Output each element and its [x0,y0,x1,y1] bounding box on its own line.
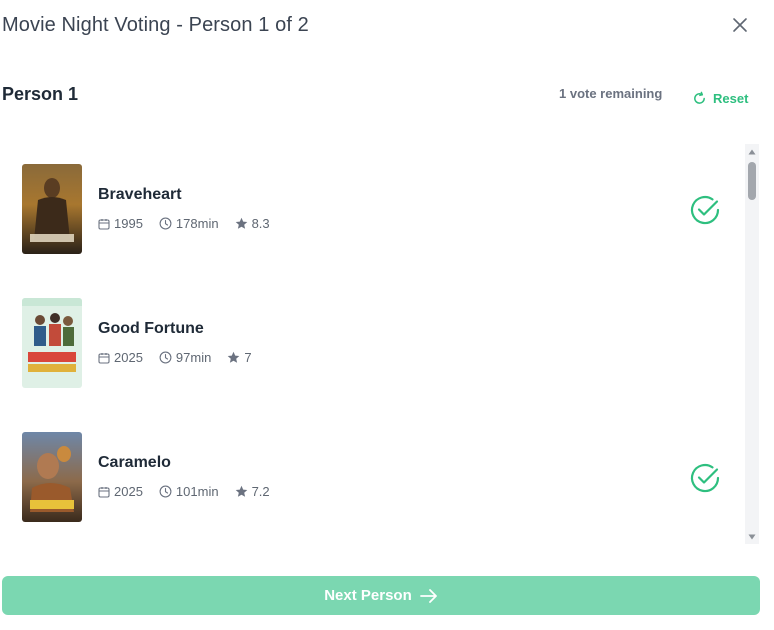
movie-poster [22,432,82,522]
rating-item: 7.2 [235,484,270,499]
reset-button[interactable]: Reset [692,88,748,108]
scrollbar-track[interactable] [745,144,759,544]
next-person-button[interactable]: Next Person [2,576,760,615]
movie-poster [22,164,82,254]
movie-rating: 7 [244,350,252,365]
movie-meta: 2025 97min 7 [98,350,268,365]
movie-rating: 8.3 [251,216,270,231]
movie-list[interactable]: Braveheart 1995 178min 8.3 Good Fortune … [0,140,746,544]
votes-remaining: 1 vote remaining [559,86,663,101]
movie-year: 1995 [114,216,143,231]
scroll-down-arrow-icon[interactable] [748,533,756,541]
runtime-item: 101min [159,484,219,499]
dialog-header: Movie Night Voting - Person 1 of 2 [0,0,774,56]
reset-label: Reset [713,90,749,106]
scroll-up-arrow-icon[interactable] [748,148,756,156]
movie-title: Braveheart [98,186,182,203]
star-icon [228,351,240,363]
person-name: Person 1 [2,84,79,104]
star-icon [235,485,247,497]
year-item: 1995 [98,216,143,231]
calendar-icon [98,352,110,364]
calendar-icon [98,486,110,498]
runtime-item: 178min [159,216,219,231]
movie-year: 2025 [114,484,143,499]
person-bar: Person 1 1 vote remaining Reset [0,78,774,114]
next-person-label: Next Person [324,587,412,604]
calendar-icon [98,218,110,230]
movie-runtime: 178min [175,216,219,231]
year-item: 2025 [98,350,143,365]
close-icon[interactable] [729,14,751,36]
movie-poster [22,298,82,388]
movie-meta: 2025 101min 7.2 [98,484,286,499]
clock-icon [159,485,172,498]
runtime-item: 97min [159,350,211,365]
movie-meta: 1995 178min 8.3 [98,216,286,231]
movie-runtime: 101min [175,484,219,499]
check-circle-icon [690,463,720,493]
scrollbar-thumb[interactable] [748,162,756,200]
movie-rating: 7.2 [251,484,270,499]
movie-runtime: 97min [175,350,212,365]
rating-item: 8.3 [235,216,270,231]
rating-item: 7 [227,350,252,365]
movie-row[interactable]: Braveheart 1995 178min 8.3 [0,140,746,274]
movie-row[interactable]: Good Fortune 2025 97min 7 [0,274,746,408]
year-item: 2025 [98,484,143,499]
refresh-icon [694,91,705,104]
movie-title: Caramelo [98,454,171,471]
clock-icon [159,351,172,364]
check-circle-icon [690,195,720,225]
clock-icon [159,217,172,230]
movie-row[interactable]: Caramelo 2025 101min 7.2 [0,408,746,542]
star-icon [235,217,247,229]
movie-title: Good Fortune [98,320,204,337]
dialog-title: Movie Night Voting - Person 1 of 2 [2,14,309,36]
movie-year: 2025 [114,350,143,365]
arrow-right-icon [419,588,437,603]
